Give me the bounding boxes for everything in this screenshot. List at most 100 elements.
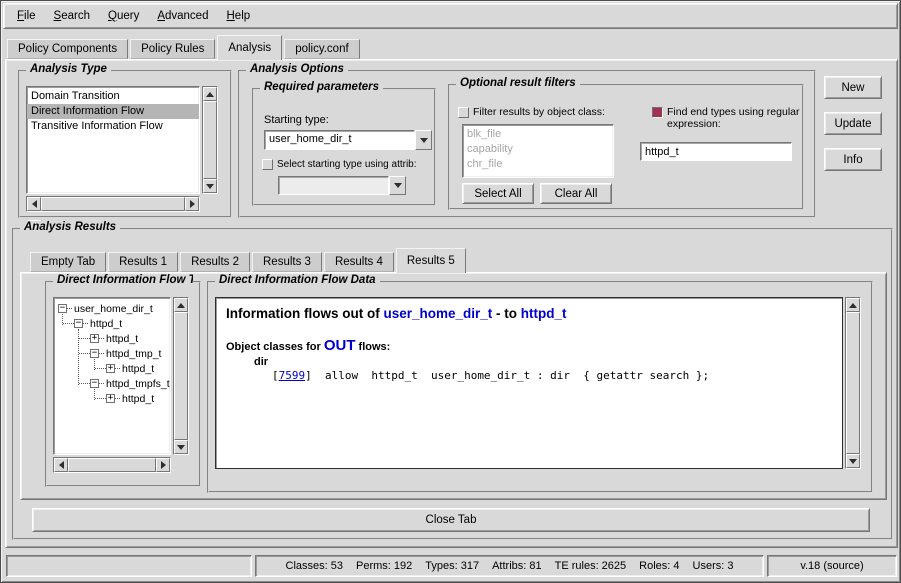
tab-policy-conf[interactable]: policy.conf [284,39,359,59]
required-parameters-frame: Required parameters Starting type: user_… [252,88,436,206]
select-all-button[interactable]: Select All [462,183,534,204]
clear-all-button[interactable]: Clear All [540,183,612,204]
tree-connector [94,389,95,400]
starting-type-value[interactable]: user_home_dir_t [264,130,415,150]
tree-node-label[interactable]: httpd_t [120,363,154,375]
tree-node-httpd-t[interactable]: + httpd_t [54,391,170,406]
scroll-thumb[interactable] [68,458,156,472]
stat-roles: Roles: 4 [639,560,679,572]
regex-input[interactable] [640,142,792,161]
scroll-down-button[interactable] [174,440,188,454]
tree-node-httpd-t[interactable]: + httpd_t [54,361,170,376]
menu-query-label-rest: uery [117,10,139,22]
tree-connector [78,329,79,385]
scroll-thumb[interactable] [174,312,188,440]
new-button[interactable]: New [824,76,882,99]
menu-help[interactable]: Help [217,6,259,26]
regex-checkbox[interactable] [652,107,663,118]
tree-toggle[interactable]: − [90,349,99,358]
tree-dash [63,323,74,324]
te-rule-line: [7599] allow httpd_t user_home_dir_t : d… [272,369,832,382]
tree-toggle[interactable]: + [106,364,115,373]
tree-toggle[interactable]: − [74,319,83,328]
analysis-type-item-transitive-information-flow[interactable]: Transitive Information Flow [27,119,199,134]
tree-node-httpd-t[interactable]: + httpd_t [54,331,170,346]
tree-node-label[interactable]: httpd_t [88,318,122,330]
tree-node-httpd-t[interactable]: −httpd_t [54,316,170,331]
scroll-up-button[interactable] [174,298,188,312]
tree-node-label[interactable]: httpd_tmp_t [104,348,161,360]
scroll-right-button[interactable] [185,197,199,211]
scroll-up-button[interactable] [846,298,860,312]
scroll-up-button[interactable] [203,87,217,101]
tab-results-3[interactable]: Results 3 [252,252,322,272]
menu-query[interactable]: Query [99,6,148,26]
starting-type-combobox: user_home_dir_t [264,130,432,150]
info-button[interactable]: Info [824,148,882,171]
flow-tree-hscrollbar[interactable] [53,457,171,473]
analysis-type-item-direct-information-flow[interactable]: Direct Information Flow [27,104,199,119]
tree-toggle[interactable]: + [106,394,115,403]
tab-empty-tab[interactable]: Empty Tab [30,252,106,272]
filter-objclass-checkbox[interactable] [458,107,469,118]
flow-data-vscrollbar[interactable] [845,297,861,469]
attrib-checkbox-label[interactable]: Select starting type using attrib: [273,158,417,171]
object-class-listbox: blk_file capability chr_file [462,124,614,178]
scroll-left-button[interactable] [54,458,68,472]
analysis-options-title: Analysis Options [246,63,348,75]
tab-policy-components[interactable]: Policy Components [7,39,128,59]
tab-results-4[interactable]: Results 4 [324,252,394,272]
tree-node-httpd-tmpfs-t[interactable]: −httpd_tmpfs_t [54,376,170,391]
tab-results-5[interactable]: Results 5 [396,248,466,273]
scroll-thumb[interactable] [203,101,217,179]
stat-users: Users: 3 [693,560,734,572]
tree-node-label[interactable]: user_home_dir_t [72,303,153,315]
tree-dash [79,383,90,384]
analysis-type-vscrollbar[interactable] [202,86,218,194]
scroll-thumb[interactable] [846,312,860,454]
tab-policy-rules[interactable]: Policy Rules [130,39,215,59]
close-tab-button[interactable]: Close Tab [32,508,870,532]
flow-tree-vscrollbar[interactable] [173,297,189,455]
tree-toggle[interactable]: − [58,304,67,313]
object-class-name: dir [254,356,832,368]
menu-search[interactable]: Search [45,6,99,26]
tree-node-label[interactable]: httpd_t [104,333,138,345]
tree-node-httpd-tmp-t[interactable]: −httpd_tmp_t [54,346,170,361]
tab-results-2[interactable]: Results 2 [180,252,250,272]
menu-file[interactable]: File [8,6,45,26]
rule-number-link[interactable]: 7599 [279,369,306,382]
menu-advanced[interactable]: Advanced [148,6,217,26]
starting-type-dropdown-button[interactable] [415,130,432,150]
attrib-checkbox[interactable] [262,159,273,170]
heading-prefix: Information flows out of [226,306,383,321]
flow-data-title: Direct Information Flow Data [215,274,380,286]
stat-attribs: Attribs: 81 [492,560,542,572]
update-button[interactable]: Update [824,112,882,135]
tree-node-user-home-dir-t[interactable]: −user_home_dir_t [54,301,170,316]
regex-checkbox-label[interactable]: Find end types using regular expression: [663,106,800,130]
tree-toggle[interactable]: − [90,379,99,388]
chevron-down-icon [420,138,428,143]
tab-analysis[interactable]: Analysis [217,35,282,60]
tab-results-1[interactable]: Results 1 [108,252,178,272]
scroll-thumb[interactable] [41,197,185,211]
flow-heading: Information flows out of user_home_dir_t… [226,306,832,321]
menu-file-label: F [17,10,24,22]
analysis-type-item-domain-transition[interactable]: Domain Transition [27,89,199,104]
menu-advanced-label-rest: dvanced [165,10,208,22]
required-parameters-title: Required parameters [260,81,383,93]
scroll-left-button[interactable] [27,197,41,211]
analysis-type-hscrollbar[interactable] [26,196,200,212]
flow-tree-inner: −user_home_dir_t −httpd_t +httpd_t −http… [54,301,170,454]
scroll-down-button[interactable] [846,454,860,468]
filter-objclass-checkbox-label[interactable]: Filter results by object class: [469,106,605,119]
tree-node-label[interactable]: httpd_tmpfs_t [104,378,170,390]
stat-te-rules: TE rules: 2625 [555,560,627,572]
scroll-down-button[interactable] [203,179,217,193]
main-tabstrip: Policy Components Policy Rules Analysis … [7,35,362,60]
tree-toggle[interactable]: + [90,334,99,343]
tree-node-label[interactable]: httpd_t [120,393,154,405]
scroll-right-button[interactable] [156,458,170,472]
arrow-right-icon [190,200,195,208]
